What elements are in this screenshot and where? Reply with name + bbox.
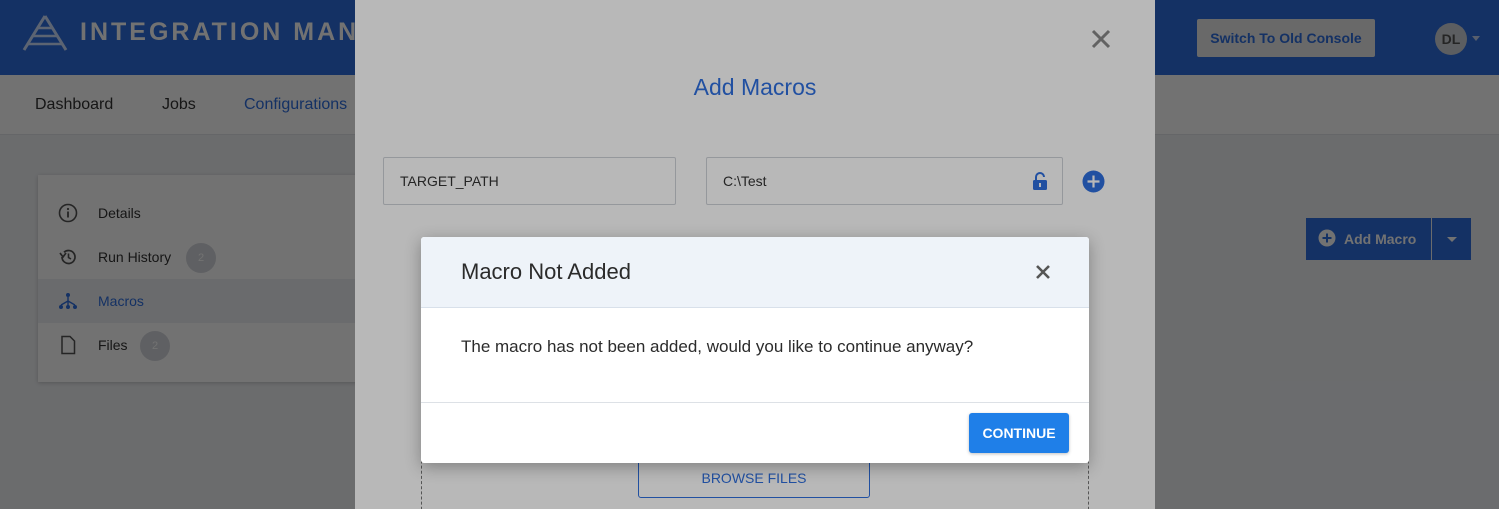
dialog-header: Macro Not Added: [421, 237, 1089, 308]
dialog-message: The macro has not been added, would you …: [461, 337, 974, 356]
continue-button[interactable]: CONTINUE: [969, 413, 1069, 453]
dialog-title: Macro Not Added: [461, 259, 631, 284]
divider: [421, 402, 1089, 403]
close-icon[interactable]: [1035, 264, 1051, 280]
macro-not-added-dialog: Macro Not Added The macro has not been a…: [421, 237, 1089, 463]
